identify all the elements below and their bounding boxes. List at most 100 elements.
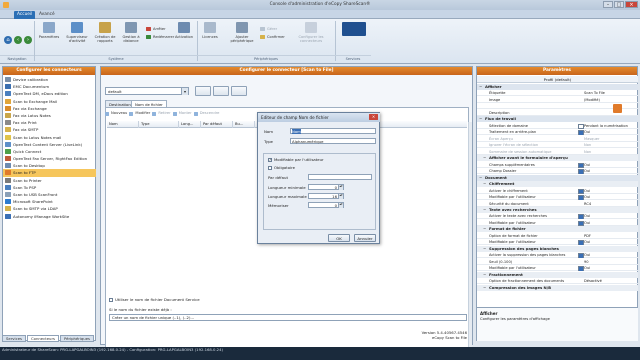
cancel-button[interactable]: Annuler (354, 234, 376, 242)
services-button[interactable] (340, 22, 368, 54)
connector-item[interactable]: Device calibration (3, 76, 96, 83)
property-value[interactable]: Oui (577, 265, 637, 272)
property-row[interactable]: Activer la suppression des pages blanche… (477, 252, 638, 259)
manage-button[interactable]: Gérer (260, 26, 277, 32)
property-value[interactable]: PDF (577, 233, 637, 239)
property-row[interactable]: Modifiable par l'utilisateur Oui (477, 239, 638, 246)
type-select[interactable]: Alphanumérique (290, 138, 376, 144)
property-value[interactable]: Oui (577, 168, 637, 175)
name-input[interactable]: Nom (290, 128, 376, 134)
forward-arrow-icon[interactable]: › (24, 36, 32, 44)
document-service-checkbox-row[interactable]: Utiliser le nom de fichier Document Serv… (109, 297, 200, 302)
property-value[interactable]: Masquer (577, 136, 637, 142)
modifiable-checkbox[interactable]: ✓ (268, 158, 272, 162)
connector-item[interactable]: OpenText Content Server (LiveLink) (3, 141, 96, 148)
col-nom[interactable]: Nom (107, 121, 139, 128)
property-row[interactable]: Sélection de domaine Pendant la numérisat… (477, 123, 638, 129)
stop-button[interactable]: Arrêter (146, 26, 166, 32)
connector-item[interactable]: Scan to FTP (3, 169, 96, 177)
tab-avance[interactable]: Avancé (36, 11, 58, 19)
property-value[interactable]: Pendant la numérisation (577, 123, 637, 129)
property-section[interactable]: Afficher avant le formulaire d'aperçu (477, 155, 638, 162)
property-section[interactable]: Flux de travail (477, 116, 638, 123)
connector-item[interactable]: Autonomy iManage WorkSite (3, 213, 96, 220)
property-value[interactable]: 90 (577, 259, 637, 265)
property-row[interactable]: Champ Dossier Oui (477, 168, 638, 175)
connector-item[interactable]: Scan To PSP (3, 184, 96, 191)
licenses-button[interactable]: Licences (196, 22, 224, 54)
document-service-checkbox[interactable] (109, 298, 113, 302)
modifiable-checkbox-row[interactable]: ✓ Modifiable par l'utilisateur (268, 157, 324, 162)
col-par-defaut[interactable]: Par défaut (201, 121, 233, 128)
connector-item[interactable]: Scan to SMTP via LDAP (3, 205, 96, 212)
min-length-stepper[interactable]: 0 ▴▾ (308, 184, 344, 190)
tab-peripheriques[interactable]: Périphériques (60, 335, 95, 342)
col-type[interactable]: Type (139, 121, 179, 128)
connector-item[interactable]: EMC Documentum (3, 83, 96, 90)
property-row[interactable]: Option de fractionnement des documents Dé… (477, 278, 638, 285)
move-up-button[interactable]: Monter (172, 110, 192, 117)
new-profile-button[interactable] (213, 86, 229, 96)
property-value[interactable]: Désactivé (577, 278, 637, 284)
connector-item[interactable]: OpenText Fax Server, RightFax Edition (3, 155, 96, 162)
property-value[interactable]: (Modifié) (577, 97, 637, 103)
property-row[interactable]: Modifiable par l'utilisateur Oui (477, 265, 638, 272)
required-checkbox-row[interactable]: Obligatoire (268, 165, 295, 170)
home-icon[interactable]: ⌂ (4, 36, 12, 44)
dialog-close-button[interactable]: × (369, 114, 378, 120)
spin-arrows-icon[interactable]: ▴▾ (338, 194, 343, 199)
property-row[interactable]: Modifiable par l'utilisateur Oui (477, 220, 638, 226)
property-section[interactable]: Suppression des pages blanches (477, 245, 638, 252)
property-section[interactable]: Document (477, 174, 638, 181)
connector-item[interactable]: Fax via Lotus Notes (3, 112, 96, 119)
property-row[interactable]: Champs supplémentaires Oui (477, 162, 638, 168)
tab-connecteurs[interactable]: Connecteurs (27, 335, 59, 342)
save-profile-button[interactable] (195, 86, 211, 96)
col-bu[interactable]: Bu... (233, 121, 255, 128)
required-checkbox[interactable] (268, 166, 272, 170)
remote-management-button[interactable]: Gestion à distance (117, 22, 145, 54)
connector-item[interactable]: Scan to Desktop (3, 162, 96, 169)
property-section[interactable]: Chiffrement (477, 181, 638, 188)
delete-profile-button[interactable] (231, 86, 247, 96)
profile-select[interactable]: default ▾ (105, 87, 189, 95)
property-value[interactable]: Oui (577, 129, 637, 136)
property-section[interactable]: Fractionnement (477, 271, 638, 278)
property-value[interactable]: Non (577, 149, 637, 155)
new-field-button[interactable]: Nouveau (105, 110, 127, 117)
spin-arrows-icon[interactable]: ▴▾ (338, 185, 343, 190)
connector-item[interactable]: Fax via Exchange (3, 105, 96, 112)
property-row[interactable]: Sommaire de session automatique Non (477, 149, 638, 155)
property-row[interactable]: Écran Aperçu Masquer (477, 136, 638, 142)
property-row[interactable]: Activer le texte avec recherches Oui (477, 213, 638, 220)
move-down-button[interactable]: Descendre (193, 110, 219, 117)
tab-accueil[interactable]: Accueil (14, 11, 36, 19)
connector-item[interactable]: Quick Connect (3, 148, 96, 155)
col-longueur[interactable]: Long... (179, 121, 201, 128)
property-section[interactable]: Format de fichier (477, 226, 638, 233)
ok-button[interactable]: OK (328, 234, 350, 242)
property-value[interactable]: Oui (577, 252, 637, 259)
property-value[interactable]: Oui (577, 213, 637, 220)
settings-button[interactable]: Paramètres (35, 22, 63, 54)
property-section[interactable]: Texte avec recherches (477, 207, 638, 213)
activity-monitor-button[interactable]: Superviseur d'activité (63, 22, 91, 54)
property-value[interactable]: Non (577, 142, 637, 148)
property-value[interactable]: Oui (577, 194, 637, 200)
max-length-stepper[interactable]: 16 ▴▾ (308, 193, 344, 199)
connector-item[interactable]: Scan to Lotus Notes mail (3, 134, 96, 141)
property-section[interactable]: Compression des images N/B (477, 284, 638, 291)
property-value[interactable]: Oui (577, 188, 637, 194)
property-value[interactable]: Oui (577, 239, 637, 246)
property-row[interactable]: Image (Modifié) (477, 97, 638, 103)
property-value[interactable]: Scan To File (577, 90, 637, 96)
property-row[interactable]: Seuil (0-100) 90 (477, 259, 638, 265)
property-value[interactable]: Oui (577, 220, 637, 226)
connector-item[interactable]: Microsoft SharePoint (3, 198, 96, 205)
remove-field-button[interactable]: Retirer (152, 110, 171, 117)
edit-field-button[interactable]: Modifier (129, 110, 150, 117)
close-button[interactable]: × (625, 1, 638, 8)
vertical-scrollbar[interactable] (468, 122, 472, 357)
add-device-button[interactable]: Ajouter périphérique (224, 22, 260, 54)
connector-item[interactable]: Scan to Exchange Mail (3, 98, 96, 105)
